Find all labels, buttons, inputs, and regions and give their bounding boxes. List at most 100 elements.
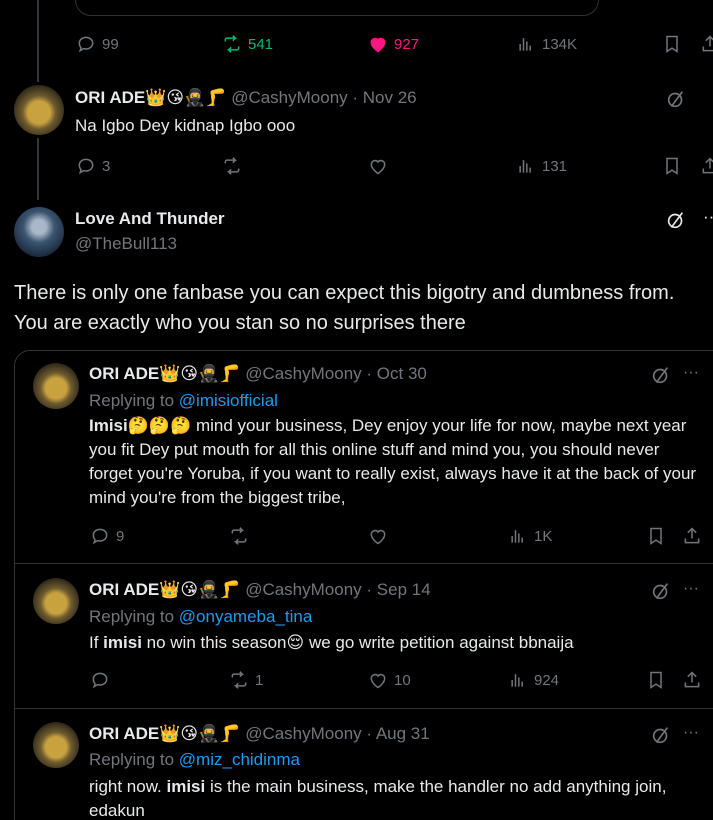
bookmark-icon [650,527,662,545]
post-date[interactable]: · Sep 14 [366,580,430,599]
views-button[interactable]: 134K [516,34,577,54]
grok-button[interactable] [665,88,687,115]
grok-button[interactable] [650,580,672,607]
user-handle[interactable]: @CashyMoony [245,724,361,743]
repost-button[interactable]: 1 [229,670,263,690]
display-name[interactable]: ORI ADE [89,580,159,599]
quote-header: ORI ADE👑😘🥷🦵 @CashyMoony · Sep 14 [89,580,431,600]
avatar[interactable] [33,363,79,409]
thread-line [37,0,39,82]
quote-header: ORI ADE👑😘🥷🦵 @CashyMoony · Aug 31 [89,724,430,744]
post-text: There is only one fanbase you can expect… [14,282,675,334]
user-handle[interactable]: @CashyMoony [245,580,361,599]
replying-to: Replying to @imisiofficial [89,391,278,411]
grok-icon [652,727,669,744]
more-options[interactable]: ··· [683,724,699,742]
bookmark-button[interactable] [646,526,666,551]
repost-icon [231,527,247,545]
views-button[interactable]: 131 [516,156,567,176]
reply-count: 99 [102,35,119,53]
share-icon [684,527,700,544]
like-count: 10 [394,671,411,689]
views-count: 131 [542,157,568,175]
like-button[interactable]: 927 [368,34,419,54]
more-options[interactable]: ··· [683,580,699,598]
display-name[interactable]: ORI ADE [89,724,159,743]
heart-icon [370,529,386,545]
grok-button[interactable] [650,364,672,391]
share-button[interactable] [682,670,702,695]
heart-filled-icon [370,37,386,53]
divider [15,708,713,709]
repost-count: 1 [255,671,264,689]
reply-icon [78,36,94,53]
mention-link[interactable]: @imisiofficial [179,391,278,410]
views-icon [511,530,523,543]
replying-to: Replying to @onyameba_tina [89,607,312,627]
name-emojis: 👑😘🥷🦵 [159,364,241,383]
repost-button[interactable]: 541 [222,34,273,54]
views-icon [519,38,531,51]
display-name[interactable]: ORI ADE [89,364,159,383]
share-button[interactable] [700,34,713,59]
grok-button[interactable] [665,209,687,236]
views-button[interactable]: 924 [508,670,559,690]
bookmark-icon [650,671,662,689]
text-prefix: If [89,633,104,652]
reply-icon [78,158,94,175]
avatar[interactable] [14,207,64,257]
grok-button[interactable] [650,724,672,751]
grok-icon [652,367,669,384]
like-count: 927 [394,35,420,53]
reply-button[interactable]: 3 [76,156,110,176]
grok-icon [652,583,669,600]
more-options[interactable]: ··· [703,207,713,227]
views-icon [511,674,523,687]
repost-icon [224,35,240,53]
heart-icon [370,673,386,689]
display-name[interactable]: ORI ADE [75,88,145,107]
user-handle[interactable]: @CashyMoony [231,88,347,107]
post-date[interactable]: · Oct 30 [366,364,426,383]
share-button[interactable] [682,526,702,551]
grok-icon [667,91,684,108]
post-date[interactable]: · Nov 26 [352,88,416,107]
mention-link[interactable]: @onyameba_tina [179,607,313,626]
like-button[interactable]: 10 [368,670,411,690]
replying-label: Replying to [89,391,175,410]
share-button[interactable] [700,156,713,181]
reply-icon [92,672,108,689]
user-handle[interactable]: @CashyMoony [245,364,361,383]
highlighted-term: Imisi [89,416,128,435]
bookmark-button[interactable] [662,156,682,181]
repost-button[interactable] [229,526,249,546]
avatar[interactable] [33,578,79,624]
reply-button[interactable]: 99 [76,34,119,54]
more-options[interactable]: ··· [683,364,699,382]
heart-icon [370,159,386,175]
share-icon [702,157,713,174]
grok-icon [667,212,684,229]
bookmark-button[interactable] [662,34,682,59]
bookmark-button[interactable] [646,670,666,695]
reply-button[interactable]: 9 [90,526,124,546]
like-button[interactable] [368,526,388,546]
mention-link[interactable]: @miz_chidinma [179,750,300,769]
repost-button[interactable] [222,156,242,176]
like-button[interactable] [368,156,388,176]
views-icon [519,160,531,173]
repost-count: 541 [248,35,274,53]
reply-icon [92,528,108,545]
quote-text: right now. imisi is the main business, m… [89,775,689,820]
views-button[interactable]: 1K [508,526,552,546]
avatar[interactable] [33,722,79,768]
quoted-card-top-edge [75,0,599,16]
replying-to: Replying to @miz_chidinma [89,750,300,770]
post-text: Na Igbo Dey kidnap Igbo ooo [75,116,296,135]
avatar[interactable] [14,85,64,135]
name-emojis: 👑😘🥷🦵 [145,88,227,107]
reply-button[interactable] [90,670,110,690]
post-date[interactable]: · Aug 31 [366,724,429,743]
user-handle[interactable]: @TheBull113 [75,234,177,254]
display-name[interactable]: Love And Thunder [75,209,225,229]
